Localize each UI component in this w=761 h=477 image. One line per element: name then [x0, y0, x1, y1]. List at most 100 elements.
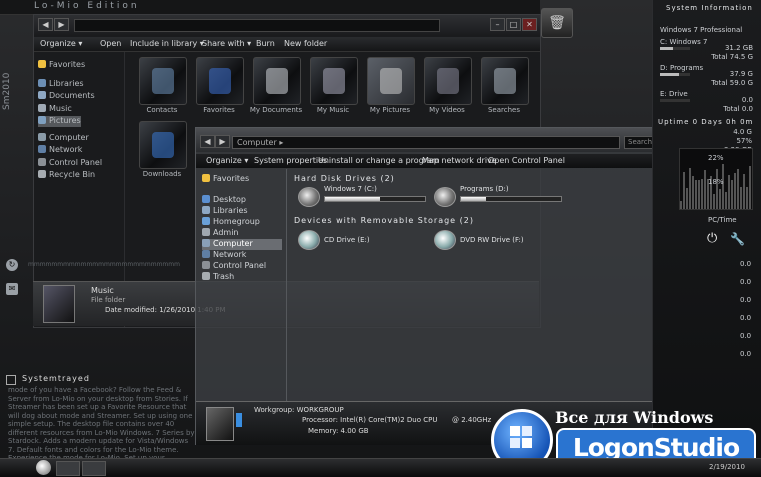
nav-item-control-panel[interactable]: Control Panel	[202, 261, 282, 272]
folder-badge	[323, 68, 345, 94]
folder-my-documents[interactable]: My Documents	[246, 57, 306, 117]
search-icon	[481, 57, 529, 105]
forward-button[interactable]: ▶	[54, 18, 69, 31]
minimize-button[interactable]: –	[490, 18, 505, 31]
removable-drive-f[interactable]: DVD RW Drive (F:)	[434, 228, 564, 252]
nav-item-label: Homegroup	[213, 217, 260, 226]
nav-item-label: Desktop	[213, 195, 246, 204]
drive-c[interactable]: Windows 7 (C:)	[298, 185, 428, 211]
optical-drive-icon	[298, 230, 320, 250]
nav-item-trash[interactable]: Trash	[202, 272, 282, 283]
star-icon	[38, 60, 46, 68]
cmd-burn[interactable]: Burn	[256, 39, 275, 48]
start-button[interactable]	[36, 460, 51, 475]
refresh-icon[interactable]: ↻	[6, 259, 18, 271]
download-arrow-icon	[139, 121, 187, 169]
gadget-drive-used: 0.0	[741, 96, 753, 104]
mail-icon[interactable]: ✉	[6, 283, 18, 295]
folder-badge	[437, 68, 459, 94]
drive-name: DVD RW Drive (F:)	[460, 236, 524, 244]
desktop-side-label: Sm2010	[2, 72, 12, 110]
folder-searches[interactable]: Searches	[474, 57, 534, 117]
detail-name: Music	[91, 286, 114, 295]
cmd-open[interactable]: Open	[100, 39, 121, 48]
cpu-graph-bar	[731, 179, 733, 209]
favorites-star-icon	[196, 57, 244, 105]
hard-drive-icon	[298, 187, 320, 207]
cpu-graph-bar	[740, 187, 742, 209]
forward-button[interactable]: ▶	[215, 135, 230, 148]
drive-d[interactable]: Programs (D:)	[434, 185, 564, 211]
back-button[interactable]: ◀	[200, 135, 215, 148]
wrench-icon[interactable]: 🔧	[730, 232, 745, 246]
gadget-stat-value: 57%	[736, 137, 752, 145]
cmd-map-network-drive[interactable]: Map network drive	[422, 156, 497, 165]
nav-item-libraries[interactable]: Libraries	[38, 78, 84, 90]
library-icon	[202, 206, 210, 214]
taskbar-button-explorer[interactable]	[56, 461, 80, 476]
folder-label: My Music	[316, 106, 350, 114]
address-bar[interactable]: Computer ▸	[232, 136, 620, 149]
hard-disk-drives-header: Hard Disk Drives (2)	[294, 174, 395, 183]
nav-item-music[interactable]: Music	[38, 103, 72, 115]
nav-item-network[interactable]: Network	[38, 145, 82, 156]
cmd-new-folder[interactable]: New folder	[284, 39, 327, 48]
nav-item-label: Control Panel	[213, 261, 267, 270]
address-bar[interactable]	[74, 19, 440, 32]
nav-item-label: Trash	[213, 272, 235, 281]
window-titlebar[interactable]: ◀ ▶ – □ ✕	[34, 15, 540, 35]
gadget-stat-row: 57%	[706, 137, 756, 146]
explorer-window-computer[interactable]: ◀ ▶ Computer ▸ Search Computer Organize …	[195, 127, 709, 445]
maximize-button[interactable]: □	[506, 18, 521, 31]
folder-label: My Videos	[429, 106, 465, 114]
window-titlebar[interactable]: ◀ ▶ Computer ▸ Search Computer	[196, 128, 708, 152]
cmd-open-control-panel[interactable]: Open Control Panel	[488, 156, 565, 165]
nav-item-desktop[interactable]: Desktop	[202, 195, 282, 206]
taskbar-clock: 2/19/2010	[709, 463, 745, 471]
control-panel-icon	[202, 261, 210, 269]
homegroup-icon	[202, 217, 210, 225]
gadget-drive-row: D: Programs 37.9 G Total 59.0 G	[654, 64, 759, 88]
nav-item-pictures[interactable]: Pictures	[38, 116, 81, 127]
close-button[interactable]: ✕	[522, 18, 537, 31]
folder-favorites[interactable]: Favorites	[189, 57, 249, 117]
nav-item-label: Recycle Bin	[49, 170, 96, 179]
folder-my-pictures[interactable]: My Pictures	[360, 57, 420, 117]
cmd-organize[interactable]: Organize ▾	[40, 39, 82, 48]
nav-item-network[interactable]: Network	[202, 250, 282, 261]
music-icon	[38, 103, 46, 112]
cmd-organize[interactable]: Organize ▾	[206, 156, 248, 165]
gadget-drive-name: C: Windows 7	[660, 38, 708, 46]
folder-contacts[interactable]: Contacts	[132, 57, 192, 117]
folder-badge	[152, 132, 174, 158]
nav-item-admin[interactable]: Admin	[202, 228, 282, 239]
nav-item-recycle-bin[interactable]: Recycle Bin	[38, 170, 95, 181]
back-button[interactable]: ◀	[38, 18, 53, 31]
cmd-system-properties[interactable]: System properties	[254, 156, 327, 165]
music-disc-icon	[310, 57, 358, 105]
cpu-graph-bar	[683, 172, 685, 209]
nav-item-control-panel[interactable]: Control Panel	[38, 157, 102, 169]
folder-badge	[266, 68, 288, 94]
nav-item-favorites[interactable]: Favorites	[202, 174, 282, 185]
videos-icon	[424, 57, 472, 105]
removable-drive-e[interactable]: CD Drive (E:)	[298, 228, 428, 252]
nav-item-documents[interactable]: Documents	[38, 91, 95, 102]
cmd-share-with[interactable]: Share with ▾	[202, 39, 251, 48]
gadget-os: Windows 7 Professional	[660, 26, 743, 34]
cmd-include-in-library[interactable]: Include in library ▾	[130, 39, 204, 48]
taskbar-button-computer[interactable]	[82, 461, 106, 476]
folder-my-music[interactable]: My Music	[303, 57, 363, 117]
folder-downloads[interactable]: Downloads	[132, 121, 192, 181]
nav-item-homegroup[interactable]: Homegroup	[202, 217, 282, 228]
nav-item-libraries[interactable]: Libraries	[202, 206, 282, 217]
gadget-stat-value: 4.0 G	[733, 128, 752, 136]
nav-item-computer[interactable]: Computer	[38, 132, 89, 144]
cpu-graph-bar	[746, 187, 748, 209]
recycle-bin-icon[interactable]: 🗑	[541, 8, 573, 38]
nav-item-favorites[interactable]: Favorites	[38, 60, 85, 71]
gadget-bottom-row: 0.0	[740, 314, 752, 322]
power-icon[interactable]: ⏻	[707, 232, 721, 246]
folder-my-videos[interactable]: My Videos	[417, 57, 477, 117]
nav-item-computer[interactable]: Computer	[202, 239, 282, 250]
